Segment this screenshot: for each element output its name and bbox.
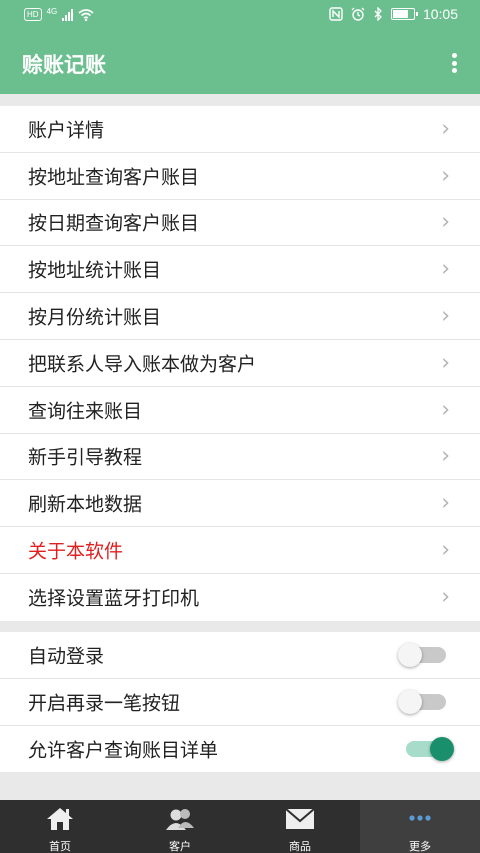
chevron-right-icon: › — [441, 209, 450, 235]
home-icon — [43, 806, 77, 832]
menu-item[interactable]: 账户详情 › — [0, 106, 480, 153]
menu-item[interactable]: 按地址统计账目 › — [0, 246, 480, 294]
tab-label: 客户 — [169, 840, 191, 853]
setting-item: 允许客户查询账目详单 — [0, 726, 480, 773]
chevron-right-icon: › — [441, 397, 450, 423]
menu-item-label: 查询往来账目 — [28, 400, 143, 423]
tab-customers[interactable]: 客户 — [120, 800, 240, 853]
status-bar: HD 4G 10:05 — [0, 0, 480, 32]
menu-item[interactable]: 新手引导教程 › — [0, 434, 480, 481]
menu-item-label: 新手引导教程 — [28, 446, 143, 469]
overflow-menu-button[interactable] — [442, 49, 466, 77]
toggle-switch[interactable] — [406, 736, 454, 761]
clock: 10:05 — [422, 6, 458, 22]
chevron-right-icon: › — [441, 350, 450, 376]
menu-item[interactable]: 刷新本地数据 › — [0, 480, 480, 528]
status-bar-left: HD 4G — [24, 7, 94, 21]
menu-item-label: 按日期查询客户账目 — [28, 212, 200, 235]
toggle-knob — [430, 736, 454, 761]
tab-home[interactable]: 首页 — [0, 800, 120, 853]
chevron-right-icon: › — [441, 490, 450, 516]
tab-label: 商品 — [289, 840, 311, 853]
menu-item[interactable]: 按地址查询客户账目 › — [0, 153, 480, 200]
wifi-icon — [78, 8, 94, 21]
customers-icon — [163, 806, 197, 832]
mail-icon — [283, 806, 317, 832]
dot-icon — [451, 68, 457, 73]
toggle-knob — [398, 689, 422, 714]
settings-list: 自动登录开启再录一笔按钮允许客户查询账目详单 — [0, 632, 480, 773]
chevron-right-icon: › — [441, 584, 450, 610]
menu-item[interactable]: 把联系人导入账本做为客户 › — [0, 340, 480, 387]
tab-more-dots[interactable]: 更多 — [360, 800, 480, 853]
chevron-right-icon: › — [441, 537, 450, 563]
menu-item[interactable]: 选择设置蓝牙打印机 › — [0, 574, 480, 621]
setting-label: 允许客户查询账目详单 — [28, 739, 219, 762]
nfc-icon — [329, 7, 343, 21]
app-title: 赊账记账 — [22, 53, 106, 77]
bottom-tab-bar: 首页 客户 商品 更多 — [0, 800, 480, 853]
menu-item-label: 账户详情 — [28, 119, 105, 142]
chevron-right-icon: › — [441, 116, 450, 142]
setting-item: 自动登录 — [0, 632, 480, 679]
menu-item[interactable]: 查询往来账目 › — [0, 387, 480, 434]
setting-item: 开启再录一笔按钮 — [0, 679, 480, 726]
menu-item-label: 刷新本地数据 — [28, 493, 143, 516]
more-dots-icon — [403, 806, 437, 832]
setting-label: 自动登录 — [28, 645, 105, 668]
battery-icon — [390, 8, 418, 20]
tab-label: 更多 — [409, 840, 431, 853]
tab-label: 首页 — [49, 840, 71, 853]
menu-item[interactable]: 按月份统计账目 › — [0, 293, 480, 340]
setting-label: 开启再录一笔按钮 — [28, 692, 181, 715]
menu-item-label: 按地址查询客户账目 — [28, 166, 200, 189]
toggle-knob — [398, 642, 422, 667]
chevron-right-icon: › — [441, 303, 450, 329]
dot-icon — [451, 53, 457, 58]
app-bar: 赊账记账 — [0, 32, 480, 94]
status-bar-right: 10:05 — [329, 6, 458, 22]
tab-mail[interactable]: 商品 — [240, 800, 360, 853]
alarm-icon — [351, 7, 365, 21]
menu-list: 账户详情 › 按地址查询客户账目 › 按日期查询客户账目 › 按地址统计账目 › 按月份统计账目… — [0, 106, 480, 621]
cell-signal-icon — [62, 8, 74, 21]
menu-item[interactable]: 关于本软件 › — [0, 527, 480, 574]
menu-item[interactable]: 按日期查询客户账目 › — [0, 200, 480, 247]
chevron-right-icon: › — [441, 443, 450, 469]
menu-item-label: 选择设置蓝牙打印机 — [28, 587, 200, 610]
dot-icon — [451, 60, 457, 66]
menu-item-label: 把联系人导入账本做为客户 — [28, 353, 257, 376]
toggle-switch[interactable] — [398, 642, 446, 667]
chevron-right-icon: › — [441, 256, 450, 282]
bluetooth-icon — [374, 7, 382, 21]
menu-item-label: 关于本软件 — [28, 540, 124, 563]
network-type: 4G — [46, 7, 58, 16]
toggle-switch[interactable] — [398, 689, 446, 714]
hd-badge: HD — [24, 8, 42, 21]
chevron-right-icon: › — [441, 163, 450, 189]
menu-item-label: 按地址统计账目 — [28, 259, 162, 282]
menu-item-label: 按月份统计账目 — [28, 306, 162, 329]
